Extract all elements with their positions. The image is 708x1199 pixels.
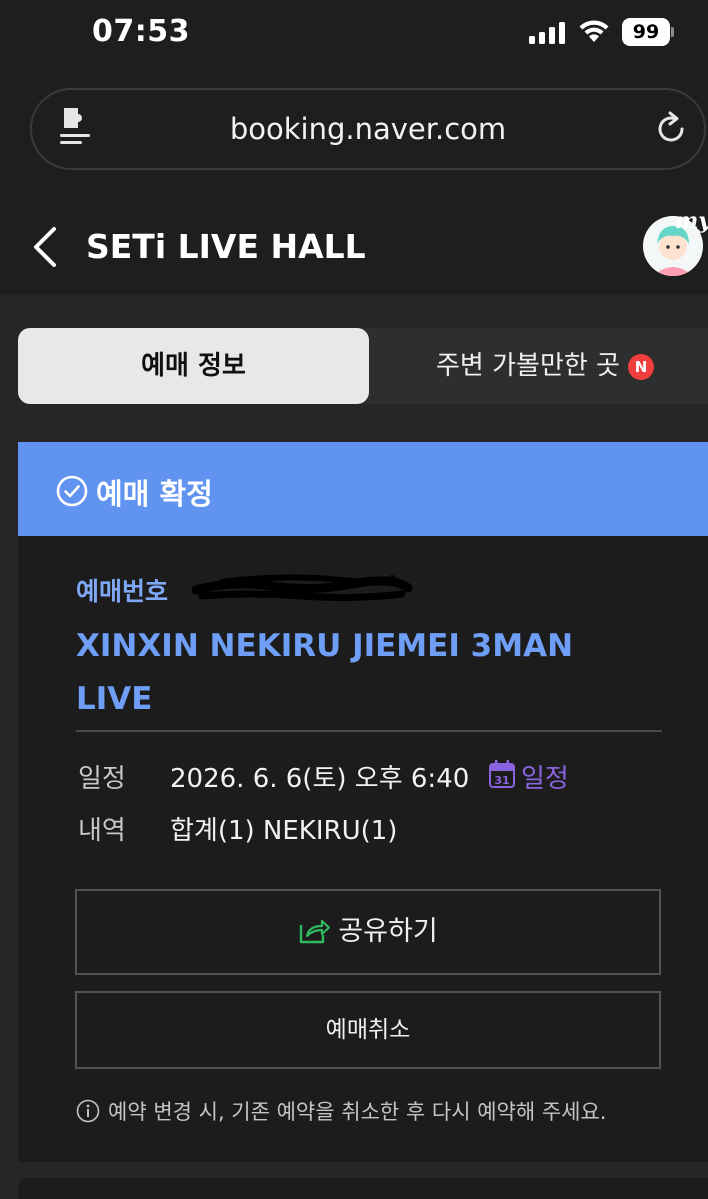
new-badge: N	[627, 354, 654, 380]
share-button-label: 공유하기	[338, 916, 438, 947]
tab-bar: 예매 정보 주변 가볼만한 곳 N	[18, 328, 708, 404]
booking-status-header: 예매 확정	[18, 442, 708, 536]
add-to-calendar-link[interactable]: 일정	[521, 758, 569, 795]
url-text[interactable]: booking.naver.com	[32, 112, 704, 146]
booking-status: 예매 확정	[96, 477, 213, 511]
page-header: SETi LIVE HALL my	[0, 200, 708, 294]
status-time: 07:53	[92, 14, 190, 49]
booking-number-label: 예매번호	[76, 577, 169, 606]
battery-icon: 99	[622, 18, 674, 46]
info-icon	[76, 1099, 100, 1123]
schedule-label: 일정	[78, 764, 126, 794]
details-value: 합계(1) NEKIRU(1)	[170, 816, 398, 846]
page-title: SETi LIVE HALL	[86, 227, 366, 266]
reload-icon[interactable]	[652, 110, 690, 148]
wifi-icon	[579, 20, 609, 42]
cellular-signal-icon	[529, 22, 565, 44]
tab-booking-info[interactable]: 예매 정보	[18, 328, 369, 404]
address-bar[interactable]: booking.naver.com	[30, 88, 706, 170]
divider	[76, 730, 662, 732]
schedule-value: 2026. 6. 6(토) 오후 6:40	[170, 764, 470, 794]
share-icon	[300, 919, 331, 944]
battery-level: 99	[622, 18, 670, 46]
booking-card: 예매 확정 예매번호 XINXIN NEKIRU JIEMEI 3MAN LIV…	[18, 442, 708, 1162]
change-notice-text: 예약 변경 시, 기존 예약을 취소한 후 다시 예약해 주세요.	[108, 1100, 607, 1124]
tab-nearby-label: 주변 가볼만한 곳	[436, 351, 620, 381]
tab-nearby-places[interactable]: 주변 가볼만한 곳 N	[369, 328, 708, 404]
avatar-label: my	[675, 208, 708, 234]
calendar-icon[interactable]: 31	[489, 760, 515, 788]
status-bar: 07:53 99	[0, 0, 708, 70]
next-section-card	[18, 1178, 708, 1199]
event-title: XINXIN NEKIRU JIEMEI 3MAN LIVE	[76, 628, 574, 717]
cancel-booking-button[interactable]: 예매취소	[75, 991, 661, 1069]
share-button[interactable]: 공유하기	[75, 889, 661, 975]
change-notice: 예약 변경 시, 기존 예약을 취소한 후 다시 예약해 주세요.	[76, 1096, 606, 1126]
details-label: 내역	[78, 816, 126, 846]
back-arrow-icon[interactable]	[30, 226, 60, 268]
main-content: 예매 정보 주변 가볼만한 곳 N 예매 확정 예매번호 XINXIN NEKIR…	[0, 294, 708, 1199]
check-circle-icon	[56, 475, 88, 507]
calendar-day: 31	[494, 774, 509, 787]
redaction-scribble	[192, 574, 412, 602]
